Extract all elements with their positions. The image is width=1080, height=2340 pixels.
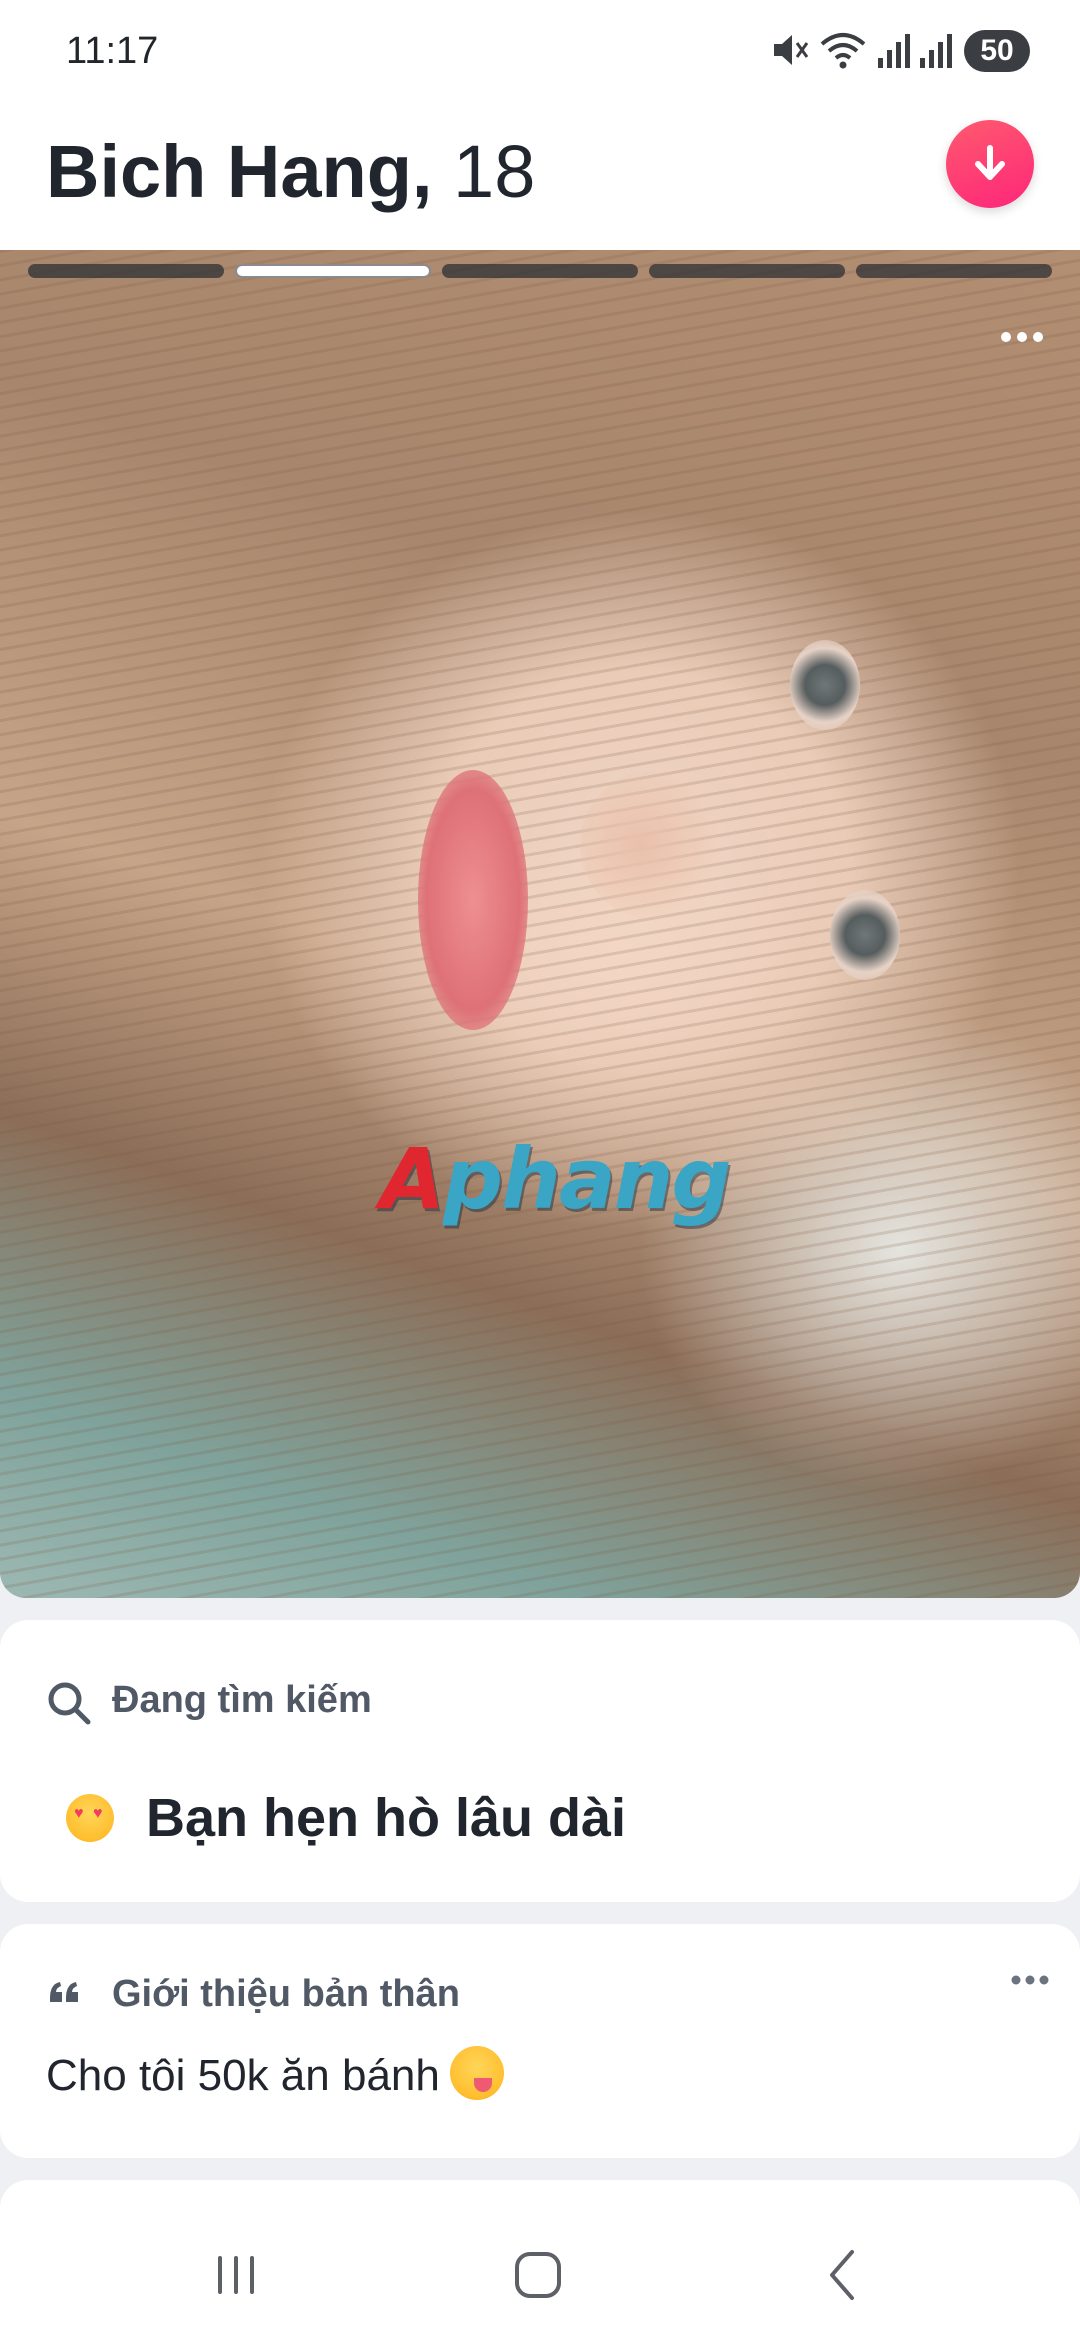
status-time: 11:17 xyxy=(66,30,159,72)
mute-icon xyxy=(774,35,809,65)
about-label: Giới thiệu bản thân xyxy=(112,1973,460,2015)
about-card: Giới thiệu bản thân Cho tôi 50k ăn bánh xyxy=(0,1924,1080,2158)
profile-age: 18 xyxy=(453,130,536,213)
photo-segment[interactable] xyxy=(28,264,224,278)
collapse-profile-button[interactable] xyxy=(946,120,1034,208)
recent-apps-icon[interactable] xyxy=(196,2240,276,2310)
profile-screen: 11:17 50 Bich Hang, 18 Aphang Đang tìm k… xyxy=(0,0,1080,2340)
signal-icon xyxy=(920,34,952,68)
looking-for-text: Bạn hẹn hò lâu dài xyxy=(146,1788,627,1848)
yum-emoji xyxy=(449,2046,504,2100)
watermark-rest: phang xyxy=(443,1130,732,1228)
status-bar: 11:17 50 xyxy=(0,0,1080,100)
looking-for-card: Đang tìm kiếm ♥ ♥ Bạn hẹn hò lâu dài xyxy=(0,1620,1080,1902)
status-icons: 50 xyxy=(770,28,1030,76)
battery-icon: 50 xyxy=(964,30,1030,72)
navigation-bar xyxy=(0,2200,1080,2340)
more-horizontal-icon[interactable] xyxy=(1010,1972,1050,1988)
more-horizontal-icon[interactable] xyxy=(992,322,1052,352)
looking-for-label: Đang tìm kiếm xyxy=(112,1679,372,1721)
about-text: Cho tôi 50k ăn bánh xyxy=(46,2046,504,2106)
photo-segment[interactable] xyxy=(856,264,1052,278)
heart-eyes-emoji: ♥ ♥ xyxy=(66,1794,114,1842)
home-icon[interactable] xyxy=(498,2240,578,2310)
profile-header: Bich Hang, 18 xyxy=(0,100,1080,250)
back-icon[interactable] xyxy=(802,2240,882,2310)
photo-segment[interactable] xyxy=(649,264,845,278)
about-text-value: Cho tôi 50k ăn bánh xyxy=(46,2051,440,2100)
arrow-down-icon xyxy=(975,145,1005,180)
quote-icon xyxy=(50,1982,78,2002)
signal-icon xyxy=(878,34,910,68)
photo-segment-active[interactable] xyxy=(235,264,431,278)
photo-progress-bar xyxy=(28,264,1052,278)
wifi-icon xyxy=(820,33,866,69)
profile-photo[interactable]: Aphang xyxy=(0,250,1080,1598)
search-icon xyxy=(48,1682,91,1725)
profile-name: Bich Hang, xyxy=(46,130,433,213)
watermark-first: A xyxy=(380,1130,445,1228)
watermark: Aphang xyxy=(380,1130,732,1228)
profile-title: Bich Hang, 18 xyxy=(46,122,535,222)
photo-segment[interactable] xyxy=(442,264,638,278)
